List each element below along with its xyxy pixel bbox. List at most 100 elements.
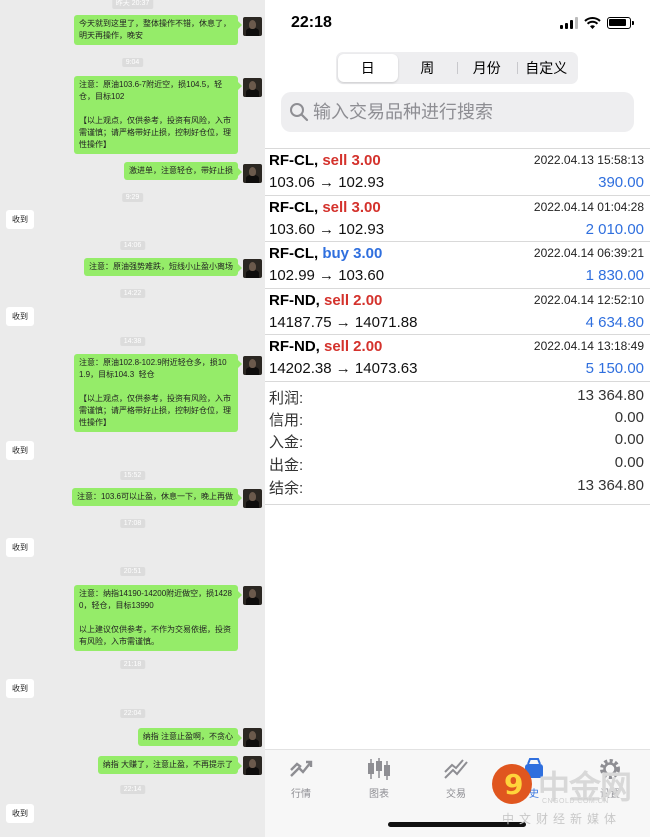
summary-row-credit: 信用: 0.00 (265, 409, 650, 431)
chat-timestamp: 20:51 (119, 567, 146, 576)
chat-message[interactable]: 注意：原油强势难跌，短线小止盈小离场 (84, 258, 242, 276)
watermark-subtitle: 中文财经新媒体 (502, 812, 622, 826)
trade-side: sell 3.00 (322, 152, 381, 169)
trade-row[interactable]: RF-CL, sell 3.00 2022.04.14 01:04:28 103… (265, 196, 650, 242)
trade-row[interactable]: RF-ND, sell 2.00 2022.04.14 13:18:49 142… (265, 335, 650, 382)
tab-label: 行情 (291, 789, 311, 800)
sender-avatar[interactable] (243, 259, 262, 278)
sender-avatar[interactable] (243, 489, 262, 508)
chat-timestamp: 14:06 (119, 241, 146, 250)
chat-timestamp: 9:29 (121, 193, 144, 202)
summary-label: 结余: (269, 480, 304, 497)
period-segmented-control: 日 周 月份 自定义 (336, 52, 578, 84)
watermark-url: CNGOLD.COM.CN (542, 798, 609, 805)
trade-price: 14202.38 → 14073.63 (269, 360, 418, 377)
chat-message[interactable]: 纳指 注意止盈啊，不贪心 (137, 728, 243, 746)
chat-message[interactable]: 注意：103.6可以止盈，休息一下，晚上再做 (71, 488, 243, 506)
chart-icon (368, 758, 390, 780)
tab-trade[interactable]: 交易 (426, 756, 486, 800)
chat-message[interactable]: 注意：原油102.8-102.9附近轻仓多，损101.9，目标104.3 轻仓 … (74, 354, 242, 432)
trade-side: sell 2.00 (324, 338, 383, 355)
trade-side: buy 3.00 (322, 245, 383, 262)
symbol-search-bar[interactable] (281, 92, 634, 132)
account-summary: 利润: 13 364.80 信用: 0.00 入金: 0.00 出金: 0.00… (265, 385, 650, 505)
segment-custom[interactable]: 自定义 (516, 54, 577, 82)
trade-side: sell 3.00 (322, 198, 381, 216)
chat-timestamp: 22:14 (119, 785, 146, 794)
tab-charts[interactable]: 图表 (349, 756, 409, 800)
trade-icon (444, 759, 468, 779)
watermark-emblem-icon (492, 764, 532, 804)
summary-row-balance: 结余: 13 364.80 (265, 477, 650, 499)
reply-message[interactable]: 收到 (6, 307, 34, 326)
reply-message[interactable]: 收到 (6, 538, 34, 557)
chat-message[interactable]: 今天就到这里了，整体操作不错，休息了，明天再操作，晚安 (74, 15, 242, 45)
summary-value: 0.00 (614, 409, 644, 426)
summary-row-withdrawal: 出金: 0.00 (265, 454, 650, 476)
chat-message[interactable]: 激进单，注意轻仓，带好止损 (124, 162, 242, 180)
trade-price: 102.99 → 103.60 (269, 267, 385, 284)
search-input[interactable] (313, 98, 623, 126)
summary-label: 信用: (269, 412, 304, 429)
status-bar-icons (560, 17, 634, 29)
chat-panel: 昨天 20:37 今天就到这里了，整体操作不错，休息了，明天再操作，晚安 9:0… (0, 0, 265, 837)
trade-row[interactable]: RF-CL, buy 3.00 2022.04.14 06:39:21 102.… (265, 242, 650, 289)
sender-avatar[interactable] (243, 586, 262, 605)
reply-message[interactable]: 收到 (6, 210, 34, 229)
segment-day[interactable]: 日 (338, 54, 398, 82)
trade-time: 2022.04.14 12:52:10 (533, 292, 644, 307)
chat-timestamp: 9:04 (121, 58, 144, 67)
trade-history-list: RF-CL, sell 3.00 2022.04.13 15:58:13 103… (265, 148, 650, 382)
sender-avatar[interactable] (243, 756, 262, 775)
trading-history-app: 22:18 日 周 月份 自定义 RF-CL, sell 3.00 2022.0… (265, 0, 650, 837)
chat-message[interactable]: 纳指 大赚了，注意止盈，不再提示了 (97, 756, 243, 774)
chat-timestamp: 15:52 (119, 471, 146, 480)
battery-icon (607, 17, 634, 29)
trade-price: 14187.75 → 14071.88 (269, 313, 418, 331)
sender-avatar[interactable] (243, 164, 262, 183)
trade-profit: 2 010.00 (585, 220, 644, 238)
chat-timestamp: 21:18 (119, 660, 146, 669)
trade-profit: 5 150.00 (585, 360, 644, 377)
sender-avatar[interactable] (243, 728, 262, 747)
trade-header: RF-CL, buy 3.00 (269, 245, 382, 262)
reply-message[interactable]: 收到 (6, 679, 34, 698)
sender-avatar[interactable] (243, 17, 262, 36)
trade-profit: 1 830.00 (585, 267, 644, 284)
chat-message[interactable]: 注意：纳指14190-14200附近做空，损14280，轻仓，目标13990 以… (74, 585, 242, 651)
chat-timestamp: 22:04 (119, 709, 146, 718)
chat-timestamp: 14:22 (119, 289, 146, 298)
chat-timestamp: 17:08 (119, 519, 146, 528)
summary-value: 0.00 (614, 431, 644, 448)
trade-symbol: RF-CL, (269, 152, 319, 169)
segment-week[interactable]: 周 (398, 54, 458, 82)
sender-avatar[interactable] (243, 78, 262, 97)
wifi-icon (584, 17, 601, 29)
segment-month[interactable]: 月份 (457, 54, 517, 82)
tab-label: 交易 (446, 789, 466, 800)
trade-symbol: RF-CL, (269, 198, 319, 216)
trade-header: RF-ND, sell 2.00 (269, 338, 382, 355)
trade-header: RF-CL, sell 3.00 (269, 152, 381, 169)
summary-value: 13 364.80 (577, 477, 644, 494)
trade-time: 2022.04.13 15:58:13 (533, 153, 644, 167)
trade-price: 103.60 → 102.93 (269, 220, 385, 238)
sender-avatar[interactable] (243, 356, 262, 375)
search-icon (290, 103, 309, 122)
summary-row-profit: 利润: 13 364.80 (265, 387, 650, 409)
trade-row[interactable]: RF-ND, sell 2.00 2022.04.14 12:52:10 141… (265, 289, 650, 335)
reply-message[interactable]: 收到 (6, 804, 34, 823)
trade-row[interactable]: RF-CL, sell 3.00 2022.04.13 15:58:13 103… (265, 149, 650, 196)
trade-symbol: RF-CL, (269, 245, 319, 262)
chat-message[interactable]: 注意：原油103.6-7附近空，损104.5，轻仓，目标102 【以上观点，仅供… (74, 76, 242, 154)
tab-quotes[interactable]: 行情 (271, 756, 331, 800)
summary-label: 入金: (269, 434, 304, 451)
trade-profit: 390.00 (598, 174, 644, 191)
trade-header: RF-CL, sell 3.00 (269, 199, 381, 216)
summary-value: 13 364.80 (577, 387, 644, 404)
trade-symbol: RF-ND, (269, 338, 320, 355)
status-bar-time: 22:18 (291, 14, 332, 31)
watermark-logo: 中金网 CNGOLD.COM.CN 中文财经新媒体 (492, 760, 642, 830)
quotes-icon (290, 760, 313, 777)
reply-message[interactable]: 收到 (6, 441, 34, 460)
